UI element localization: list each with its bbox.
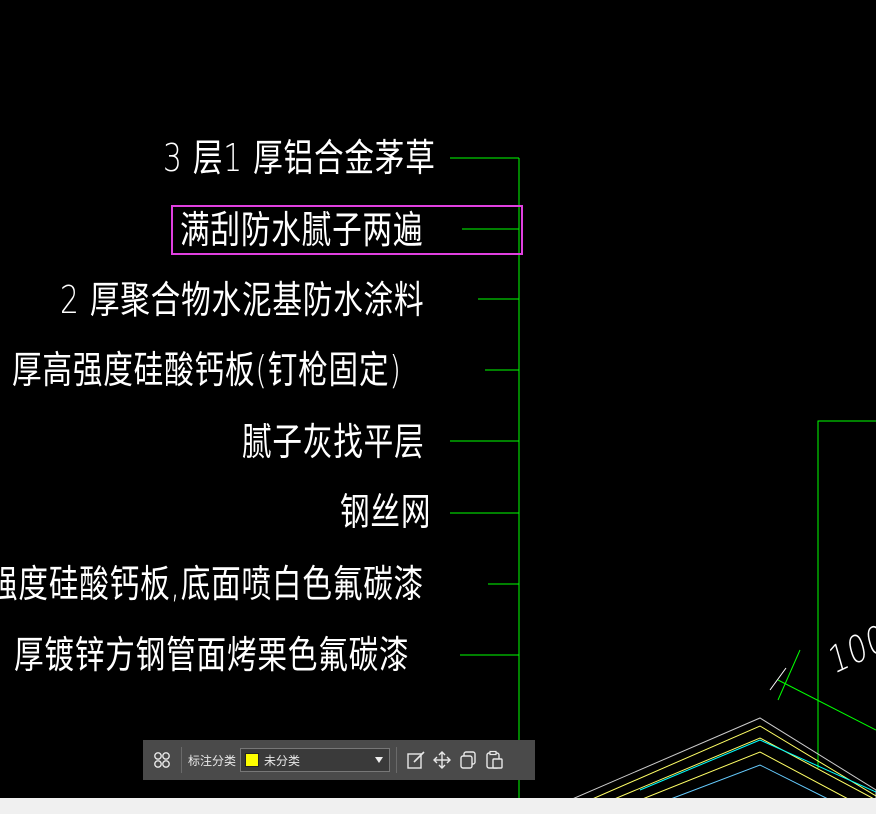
paste-icon <box>486 750 503 769</box>
chevron-down-icon <box>375 757 384 763</box>
grid-icon <box>154 752 170 768</box>
annotation-3[interactable]: 2 厚聚合物水泥基防水涂料 <box>60 278 424 322</box>
annotation-2[interactable]: 满刮防水腻子两遍 <box>180 208 423 252</box>
annotation-7[interactable]: 强度硅酸钙板,底面喷白色氟碳漆 <box>0 562 424 606</box>
annotation-6[interactable]: 钢丝网 <box>340 490 431 534</box>
category-label: 标注分类 <box>188 753 237 768</box>
toolbar-separator <box>181 747 182 773</box>
category-color-swatch <box>245 753 260 767</box>
annotation-toolbar: 标注分类 未分类 <box>143 740 535 780</box>
annotation-5[interactable]: 腻子灰找平层 <box>242 420 425 464</box>
category-select[interactable]: 未分类 <box>240 748 391 772</box>
toolbar-separator <box>396 747 398 773</box>
cad-canvas[interactable] <box>0 0 876 800</box>
edit-button[interactable] <box>403 747 429 773</box>
dimension-line <box>777 679 876 731</box>
move-button[interactable] <box>429 747 455 773</box>
copy-icon <box>460 751 476 769</box>
right-leader-line <box>817 420 876 768</box>
status-bar <box>0 798 876 814</box>
category-value: 未分类 <box>264 753 301 768</box>
annotation-1[interactable]: 3 层1 厚铝合金茅草 <box>163 136 436 180</box>
copy-button[interactable] <box>455 747 481 773</box>
roof-hatch <box>569 717 876 800</box>
grid-button[interactable] <box>149 747 175 773</box>
paste-button[interactable] <box>481 747 507 773</box>
edit-icon <box>407 751 425 769</box>
move-icon <box>433 751 452 769</box>
annotation-4[interactable]: 厚高强度硅酸钙板(钉枪固定) <box>12 348 402 392</box>
annotation-8[interactable]: 厚镀锌方钢管面烤栗色氟碳漆 <box>14 633 409 677</box>
